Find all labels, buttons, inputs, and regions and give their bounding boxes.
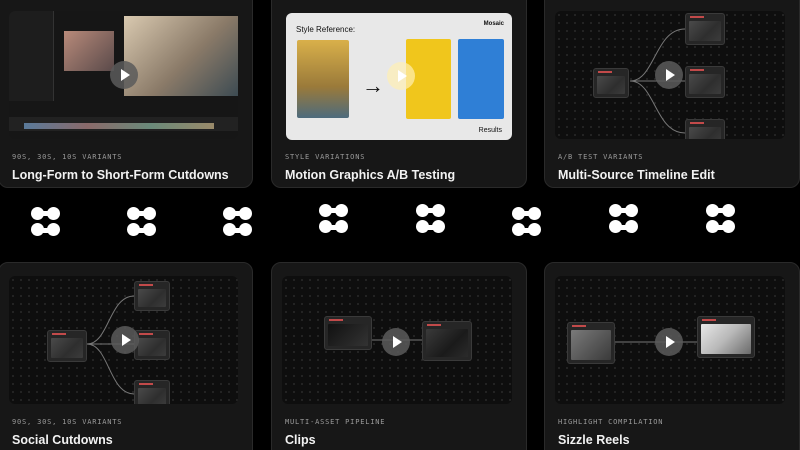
mosaic-logo-icon <box>31 207 61 237</box>
output-node[interactable] <box>134 330 170 360</box>
play-icon[interactable] <box>110 61 138 89</box>
mosaic-logo-icon <box>706 204 736 234</box>
card-title: Clips <box>285 433 316 447</box>
result-image-blue <box>458 39 504 119</box>
output-node[interactable] <box>685 13 725 45</box>
play-icon[interactable] <box>655 61 683 89</box>
card-title: Social Cutdowns <box>12 433 113 447</box>
source-node[interactable] <box>324 316 372 350</box>
results-label: Results <box>478 127 502 134</box>
mosaic-logo-icon <box>512 207 542 237</box>
card-kicker: HIGHLIGHT COMPILATION <box>558 418 664 426</box>
card-clips[interactable]: MULTI-ASSET PIPELINE Clips <box>271 262 527 450</box>
output-node[interactable] <box>685 66 725 98</box>
node-graph-thumbnail <box>282 276 512 404</box>
mosaic-logo-icon <box>609 204 639 234</box>
play-icon[interactable] <box>387 62 415 90</box>
play-icon[interactable] <box>111 326 139 354</box>
node-graph-thumbnail <box>555 11 785 139</box>
output-node[interactable] <box>697 316 755 358</box>
card-kicker: STYLE VARIATIONS <box>285 153 366 161</box>
card-social-cutdowns[interactable]: 90S, 30S, 10S VARIANTS Social Cutdowns <box>0 262 253 450</box>
output-node[interactable] <box>134 380 170 404</box>
editor-thumbnail <box>9 11 238 139</box>
card-title: Motion Graphics A/B Testing <box>285 168 456 182</box>
mosaic-logo-icon <box>223 207 253 237</box>
card-kicker: 90S, 30S, 10S VARIANTS <box>12 153 123 161</box>
output-node[interactable] <box>422 321 472 361</box>
output-node[interactable] <box>134 281 170 311</box>
node-graph-thumbnail <box>555 276 785 404</box>
card-kicker: 90S, 30S, 10S VARIANTS <box>12 418 123 426</box>
play-icon[interactable] <box>655 328 683 356</box>
source-node[interactable] <box>567 322 615 364</box>
card-motion-graphics[interactable]: Style Reference: Mosaic → Results STYLE … <box>271 0 527 188</box>
mosaic-logo-icon <box>416 204 446 234</box>
card-multi-source[interactable]: A/B TEST VARIANTS Multi-Source Timeline … <box>544 0 800 188</box>
mosaic-brand: Mosaic <box>483 21 504 27</box>
source-node[interactable] <box>593 68 629 98</box>
style-reference-thumbnail: Style Reference: Mosaic → Results <box>286 13 512 140</box>
card-title: Long-Form to Short-Form Cutdowns <box>12 168 229 182</box>
source-node[interactable] <box>47 330 87 362</box>
node-graph-thumbnail <box>9 276 238 404</box>
card-sizzle-reels[interactable]: HIGHLIGHT COMPILATION Sizzle Reels <box>544 262 800 450</box>
arrow-right-icon: → <box>362 73 384 98</box>
card-long-form-cutdowns[interactable]: 90S, 30S, 10S VARIANTS Long-Form to Shor… <box>0 0 253 188</box>
output-node[interactable] <box>685 119 725 139</box>
mosaic-logo-icon <box>319 204 349 234</box>
mosaic-logo-icon <box>127 207 157 237</box>
card-title: Sizzle Reels <box>558 433 630 447</box>
card-kicker: A/B TEST VARIANTS <box>558 153 644 161</box>
style-reference-label: Style Reference: <box>296 25 356 34</box>
card-title: Multi-Source Timeline Edit <box>558 168 715 182</box>
reference-image <box>297 40 349 118</box>
play-icon[interactable] <box>382 328 410 356</box>
card-kicker: MULTI-ASSET PIPELINE <box>285 418 386 426</box>
